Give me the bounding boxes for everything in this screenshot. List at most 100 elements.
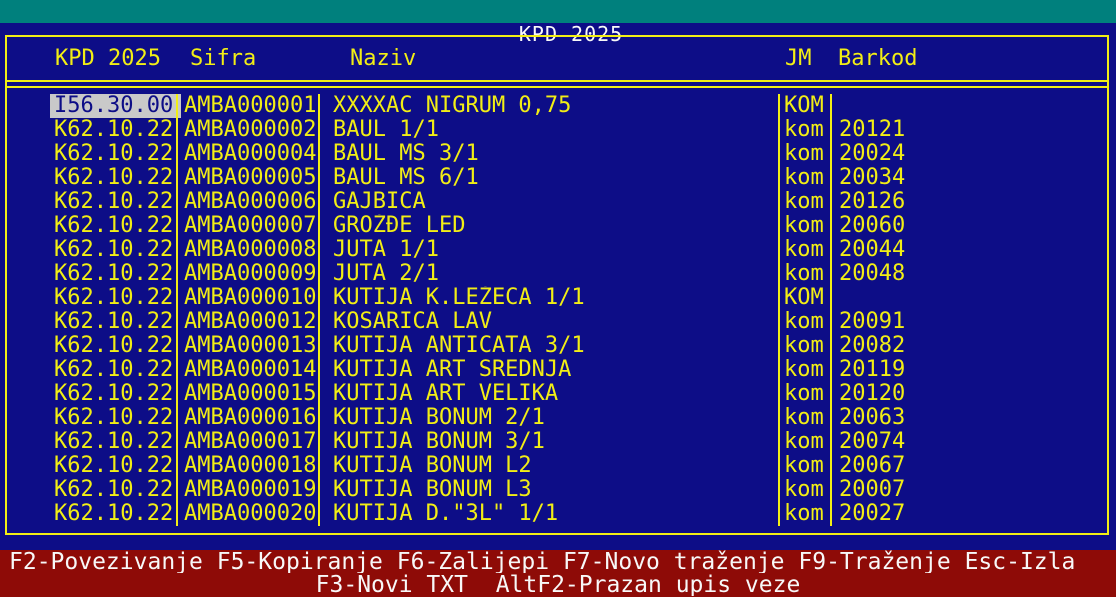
screen: { "title_bar": { "title": "KPD 2025" }, … xyxy=(0,0,1116,597)
cell-jm: kom xyxy=(778,214,830,238)
cell-sifra: AMBA000004 xyxy=(176,142,318,166)
cell-barkod: 20034 xyxy=(830,166,1107,190)
cell-jm: kom xyxy=(778,142,830,166)
cell-naziv: JUTA 2/1 xyxy=(318,262,778,286)
cell-sifra: AMBA000008 xyxy=(176,238,318,262)
cell-barkod: 20027 xyxy=(830,502,1107,526)
key-hint: F7-Novo traženje xyxy=(563,550,785,573)
cell-sifra: AMBA000017 xyxy=(176,430,318,454)
cell-barkod xyxy=(830,94,1107,118)
cell-barkod: 20082 xyxy=(830,334,1107,358)
cell-sifra: AMBA000005 xyxy=(176,166,318,190)
column-header-sifra: Sifra xyxy=(190,46,256,72)
cell-naziv: KUTIJA BONUM L3 xyxy=(318,478,778,502)
table-row[interactable]: K62.10.22 AMBA000010 KUTIJA K.LEŽEĆA 1/1… xyxy=(7,286,1107,310)
cell-kpd: K62.10.22 xyxy=(50,142,181,166)
key-hint: F2-Povezivanje xyxy=(9,550,203,573)
cell-kpd: K62.10.22 xyxy=(50,478,181,502)
table-row[interactable]: K62.10.22 AMBA000006 GAJBICA kom 20126 xyxy=(7,190,1107,214)
cell-naziv: KUTIJA BONUM L2 xyxy=(318,454,778,478)
cell-naziv: BAUL MS 6/1 xyxy=(318,166,778,190)
cell-kpd: K62.10.22 xyxy=(50,286,181,310)
cell-barkod: 20063 xyxy=(830,406,1107,430)
cell-kpd: K62.10.22 xyxy=(50,190,181,214)
cell-sifra: AMBA000020 xyxy=(176,502,318,526)
cell-naziv: KUTIJA BONUM 3/1 xyxy=(318,430,778,454)
table-row[interactable]: I56.30.00 AMBA000001 XXXXAC NIGRUM 0,75 … xyxy=(7,94,1107,118)
cell-naziv: KOŠARICA LAV xyxy=(318,310,778,334)
table-row[interactable]: K62.10.22 AMBA000009 JUTA 2/1 kom 20048 xyxy=(7,262,1107,286)
cell-naziv: BAUL 1/1 xyxy=(318,118,778,142)
cell-sifra: AMBA000019 xyxy=(176,478,318,502)
table-row[interactable]: K62.10.22 AMBA000004 BAUL MS 3/1 kom 200… xyxy=(7,142,1107,166)
table-row[interactable]: K62.10.22 AMBA000013 KUTIJA ANTICATA 3/1… xyxy=(7,334,1107,358)
key-hint: F3-Novi TXT xyxy=(316,573,468,596)
cell-sifra: AMBA000012 xyxy=(176,310,318,334)
cell-kpd: K62.10.22 xyxy=(50,430,181,454)
cell-barkod xyxy=(830,286,1107,310)
cell-kpd: K62.10.22 xyxy=(50,214,181,238)
cell-jm: kom xyxy=(778,358,830,382)
cell-kpd: K62.10.22 xyxy=(50,166,181,190)
cell-sifra: AMBA000007 xyxy=(176,214,318,238)
cell-naziv: GROŽĐE LED xyxy=(318,214,778,238)
cell-kpd: K62.10.22 xyxy=(50,358,181,382)
cell-kpd: K62.10.22 xyxy=(50,310,181,334)
table-row[interactable]: K62.10.22 AMBA000019 KUTIJA BONUM L3 kom… xyxy=(7,478,1107,502)
table-row[interactable]: K62.10.22 AMBA000012 KOŠARICA LAV kom 20… xyxy=(7,310,1107,334)
cell-sifra: AMBA000014 xyxy=(176,358,318,382)
function-key-line-1: F2-Povezivanje F5-Kopiranje F6-Zalijepi … xyxy=(0,550,1116,573)
table-row[interactable]: K62.10.22 AMBA000008 JUTA 1/1 kom 20044 xyxy=(7,238,1107,262)
column-header-kpd: KPD 2025 xyxy=(55,46,161,72)
cell-jm: kom xyxy=(778,118,830,142)
cell-jm: KOM xyxy=(778,94,830,118)
cell-sifra: AMBA000018 xyxy=(176,454,318,478)
table-row[interactable]: K62.10.22 AMBA000005 BAUL MS 6/1 kom 200… xyxy=(7,166,1107,190)
table-row[interactable]: K62.10.22 AMBA000020 KUTIJA D."3L" 1/1 k… xyxy=(7,502,1107,526)
cell-kpd[interactable]: I56.30.00 xyxy=(50,94,181,118)
cell-barkod: 20007 xyxy=(830,478,1107,502)
cell-naziv: GAJBICA xyxy=(318,190,778,214)
cell-barkod: 20091 xyxy=(830,310,1107,334)
cell-sifra: AMBA000016 xyxy=(176,406,318,430)
cell-kpd: K62.10.22 xyxy=(50,262,181,286)
column-header-barkod: Barkod xyxy=(838,46,917,72)
cell-sifra: AMBA000009 xyxy=(176,262,318,286)
table-body: I56.30.00 AMBA000001 XXXXAC NIGRUM 0,75 … xyxy=(7,94,1107,526)
header-separator-double-line xyxy=(7,80,1107,88)
cell-naziv: KUTIJA BONUM 2/1 xyxy=(318,406,778,430)
cell-naziv: XXXXAC NIGRUM 0,75 xyxy=(318,94,778,118)
key-hint: F9-Traženje xyxy=(798,550,950,573)
table-row[interactable]: K62.10.22 AMBA000017 KUTIJA BONUM 3/1 ko… xyxy=(7,430,1107,454)
cell-jm: kom xyxy=(778,478,830,502)
table-row[interactable]: K62.10.22 AMBA000002 BAUL 1/1 kom 20121 xyxy=(7,118,1107,142)
function-key-bar: F2-Povezivanje F5-Kopiranje F6-Zalijepi … xyxy=(0,550,1116,597)
cell-barkod: 20044 xyxy=(830,238,1107,262)
cell-naziv: KUTIJA ANTICATA 3/1 xyxy=(318,334,778,358)
cell-barkod: 20048 xyxy=(830,262,1107,286)
table-row[interactable]: K62.10.22 AMBA000014 KUTIJA ART SREDNJA … xyxy=(7,358,1107,382)
cell-jm: kom xyxy=(778,262,830,286)
column-header-naziv: Naziv xyxy=(350,46,416,72)
cell-barkod: 20024 xyxy=(830,142,1107,166)
table-row[interactable]: K62.10.22 AMBA000007 GROŽĐE LED kom 2006… xyxy=(7,214,1107,238)
cell-kpd: K62.10.22 xyxy=(50,502,181,526)
cell-kpd: K62.10.22 xyxy=(50,454,181,478)
cell-sifra: AMBA000010 xyxy=(176,286,318,310)
cell-kpd: K62.10.22 xyxy=(50,238,181,262)
cell-jm: kom xyxy=(778,238,830,262)
cell-jm: kom xyxy=(778,454,830,478)
cell-naziv: KUTIJA D."3L" 1/1 xyxy=(318,502,778,526)
table-row[interactable]: K62.10.22 AMBA000016 KUTIJA BONUM 2/1 ko… xyxy=(7,406,1107,430)
title-bar: KPD 2025 xyxy=(0,0,1116,23)
cell-barkod: 20120 xyxy=(830,382,1107,406)
cell-sifra: AMBA000006 xyxy=(176,190,318,214)
table-row[interactable]: K62.10.22 AMBA000015 KUTIJA ART VELIKA k… xyxy=(7,382,1107,406)
cell-jm: kom xyxy=(778,190,830,214)
cell-naziv: JUTA 1/1 xyxy=(318,238,778,262)
cell-jm: kom xyxy=(778,334,830,358)
browse-table-box: KPD 2025 Sifra Naziv JM Barkod I56.30.00… xyxy=(5,35,1109,535)
cell-barkod: 20121 xyxy=(830,118,1107,142)
cell-jm: kom xyxy=(778,310,830,334)
table-row[interactable]: K62.10.22 AMBA000018 KUTIJA BONUM L2 kom… xyxy=(7,454,1107,478)
